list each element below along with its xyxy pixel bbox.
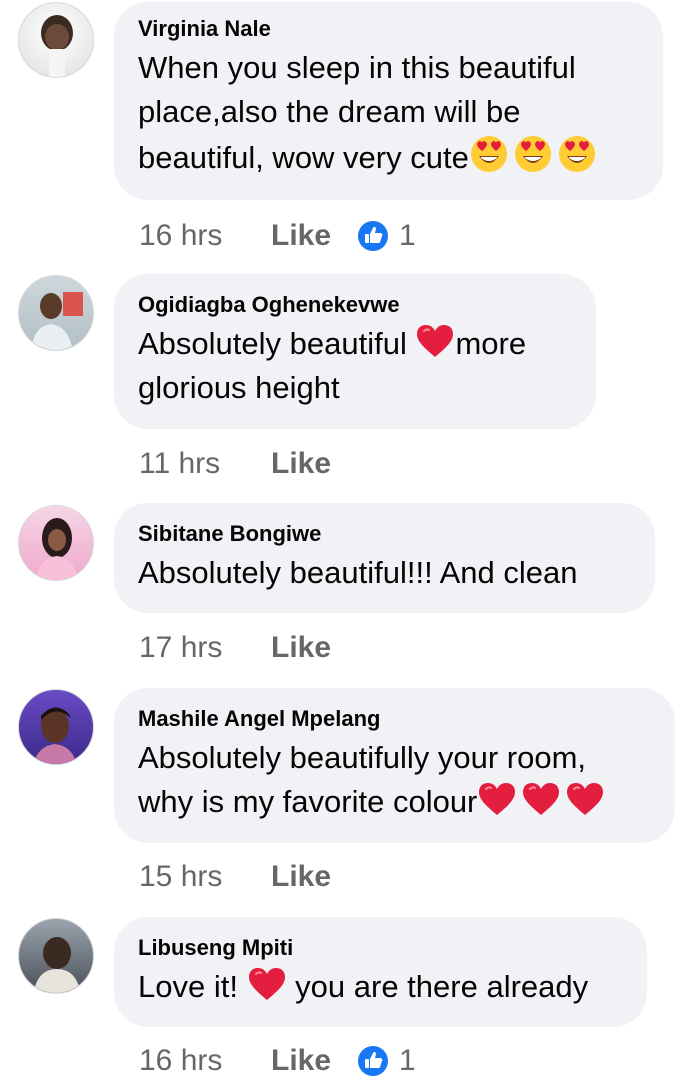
like-button[interactable]: Like	[271, 631, 331, 665]
comment-bubble[interactable]: Virginia Nale When you sleep in this bea…	[114, 2, 663, 200]
reaction-count: 1	[399, 219, 416, 252]
avatar-photo-icon	[35, 518, 79, 580]
comment-author[interactable]: Mashile Angel Mpelang	[138, 706, 649, 732]
comment-timestamp[interactable]: 15 hrs	[139, 860, 271, 894]
comment-author[interactable]: Virginia Nale	[138, 16, 637, 42]
heart-eyes-emoji-icon	[557, 134, 597, 174]
comment-text: Absolutely beautifully your room, why is…	[138, 736, 649, 824]
like-reaction-icon	[357, 1045, 389, 1077]
comment-meta: 17 hrs Like	[139, 628, 331, 668]
comment-bubble[interactable]: Ogidiagba Oghenekevwe Absolutely beautif…	[114, 274, 596, 429]
comment-meta: 16 hrs Like 1	[139, 216, 416, 256]
comment-timestamp[interactable]: 16 hrs	[139, 219, 271, 253]
avatar[interactable]	[18, 505, 94, 581]
red-heart-emoji-icon	[415, 322, 455, 360]
avatar-photo-icon	[41, 15, 73, 77]
reaction-summary[interactable]: 1	[357, 1044, 416, 1078]
comment-author[interactable]: Ogidiagba Oghenekevwe	[138, 292, 570, 318]
comment-bubble[interactable]: Sibitane Bongiwe Absolutely beautiful!!!…	[114, 503, 655, 613]
comment-bubble[interactable]: Mashile Angel Mpelang Absolutely beautif…	[114, 688, 675, 843]
avatar-photo-icon	[33, 937, 81, 993]
like-reaction-icon	[357, 220, 389, 252]
like-button[interactable]: Like	[271, 1044, 331, 1078]
avatar[interactable]	[18, 689, 94, 765]
comment-author[interactable]: Libuseng Mpiti	[138, 935, 621, 961]
avatar[interactable]	[18, 275, 94, 351]
comment-meta: 16 hrs Like 1	[139, 1041, 416, 1081]
red-heart-emoji-icon	[521, 780, 561, 818]
heart-eyes-emoji-icon	[513, 134, 553, 174]
red-heart-emoji-icon	[247, 965, 287, 1003]
avatar-photo-icon	[31, 292, 83, 350]
comment-text: When you sleep in this beautiful place,a…	[138, 46, 637, 180]
comment-text: Love it! you are there already	[138, 965, 621, 1009]
comment-text: Absolutely beautiful!!! And clean	[138, 555, 578, 590]
avatar-photo-icon	[33, 707, 77, 764]
like-button[interactable]: Like	[271, 860, 331, 894]
comment-meta: 15 hrs Like	[139, 857, 331, 897]
avatar[interactable]	[18, 918, 94, 994]
avatar[interactable]	[18, 2, 94, 78]
reaction-summary[interactable]: 1	[357, 219, 416, 253]
comment-timestamp[interactable]: 17 hrs	[139, 631, 271, 665]
comment-bubble[interactable]: Libuseng Mpiti Love it! you are there al…	[114, 917, 647, 1027]
comment-timestamp[interactable]: 16 hrs	[139, 1044, 271, 1078]
comment-meta: 11 hrs Like	[139, 444, 331, 484]
like-button[interactable]: Like	[271, 219, 331, 253]
comment-author[interactable]: Sibitane Bongiwe	[138, 521, 629, 547]
heart-eyes-emoji-icon	[469, 134, 509, 174]
red-heart-emoji-icon	[565, 780, 605, 818]
like-button[interactable]: Like	[271, 447, 331, 481]
red-heart-emoji-icon	[477, 780, 517, 818]
comment-text: Absolutely beautiful more glorious heigh…	[138, 322, 570, 410]
reaction-count: 1	[399, 1044, 416, 1077]
comment-timestamp[interactable]: 11 hrs	[139, 447, 271, 481]
